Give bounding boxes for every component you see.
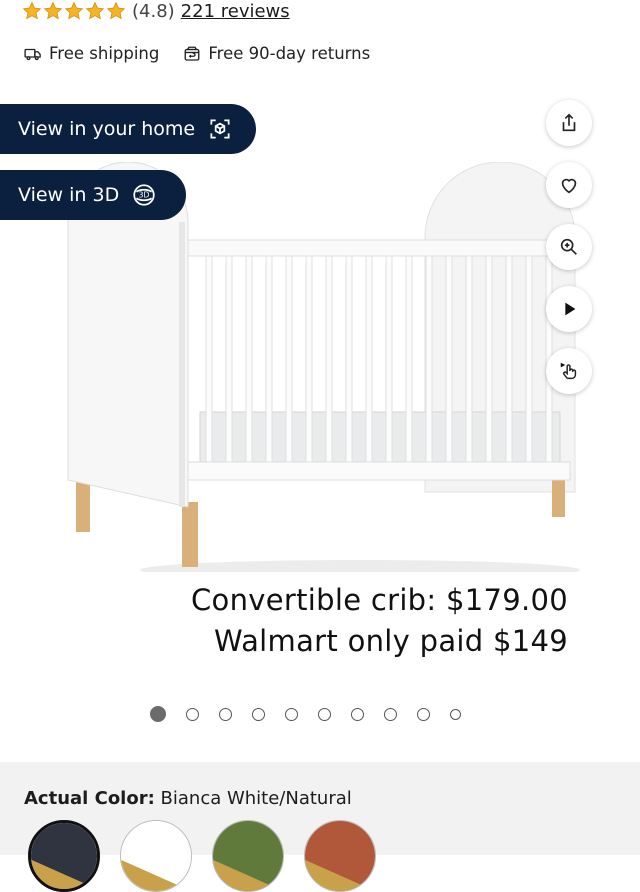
color-selector: Actual Color: Bianca White/Natural xyxy=(0,762,640,892)
reviews-link[interactable]: 221 reviews xyxy=(181,1,290,22)
color-label: Actual Color: Bianca White/Natural xyxy=(24,788,352,809)
swatch-green-icon xyxy=(213,821,283,891)
swatch-terracotta-icon xyxy=(305,821,375,891)
swatch-green[interactable] xyxy=(212,820,284,892)
3d-rotate-icon: 3D xyxy=(133,184,155,206)
free-returns-label: Free 90-day returns xyxy=(208,44,371,63)
carousel-dot[interactable] xyxy=(384,707,397,721)
play-icon xyxy=(565,302,576,316)
perks-row: Free shipping Free 90-day returns xyxy=(24,44,394,63)
rating-row: (4.8) 221 reviews xyxy=(22,0,290,24)
swatch-dark[interactable] xyxy=(28,820,100,892)
carousel-dot[interactable] xyxy=(252,707,265,721)
star-icon xyxy=(43,1,63,20)
svg-text:3D: 3D xyxy=(139,191,150,200)
carousel-dot[interactable] xyxy=(351,707,364,721)
swatch-terracotta[interactable] xyxy=(304,820,376,892)
swatch-white-icon xyxy=(121,821,191,891)
zoom-in-icon xyxy=(560,238,577,255)
swatch-white[interactable] xyxy=(120,820,192,892)
rating-stars xyxy=(22,1,126,21)
star-icon xyxy=(106,1,126,20)
favorite-button[interactable] xyxy=(546,162,592,208)
ar-cube-icon xyxy=(210,119,230,139)
image-actions xyxy=(546,100,592,394)
view-in-3d-label: View in 3D xyxy=(18,184,120,206)
view-in-home-label: View in your home xyxy=(18,118,196,140)
truck-icon xyxy=(24,48,41,60)
carousel-dot[interactable] xyxy=(150,706,166,722)
carousel-dots xyxy=(150,706,461,722)
color-label-title: Actual Color: xyxy=(24,788,155,809)
heart-icon xyxy=(561,178,577,194)
touch-icon xyxy=(560,362,577,380)
star-icon xyxy=(22,1,42,20)
play-video-button[interactable] xyxy=(546,286,592,332)
view-in-3d-button[interactable]: View in 3D 3D xyxy=(0,170,186,220)
caption-line-1: Convertible crib: $179.00 xyxy=(191,583,568,617)
product-image-area[interactable]: View in your home View in 3D 3D Converti… xyxy=(0,92,640,752)
carousel-dot[interactable] xyxy=(186,707,199,721)
rating-value: (4.8) xyxy=(132,0,175,22)
view-in-home-button[interactable]: View in your home xyxy=(0,104,256,154)
free-shipping-label: Free shipping xyxy=(49,44,160,63)
carousel-dot[interactable] xyxy=(417,707,430,721)
swatch-dark-icon xyxy=(31,823,97,889)
carousel-dot[interactable] xyxy=(450,708,461,720)
share-icon xyxy=(562,113,576,132)
carousel-dot[interactable] xyxy=(318,707,331,721)
carousel-dot[interactable] xyxy=(219,707,232,721)
share-button[interactable] xyxy=(546,100,592,146)
carousel-dot[interactable] xyxy=(285,707,298,721)
star-icon xyxy=(85,1,105,20)
crib-image xyxy=(67,162,580,572)
price-caption: Convertible crib: $179.00 Walmart only p… xyxy=(191,580,568,662)
free-returns: Free 90-day returns xyxy=(183,44,370,63)
color-value: Bianca White/Natural xyxy=(160,788,352,809)
caption-line-2: Walmart only paid $149 xyxy=(213,624,568,658)
interactive-view-button[interactable] xyxy=(546,348,592,394)
star-icon xyxy=(64,1,84,20)
zoom-button[interactable] xyxy=(546,224,592,270)
free-shipping: Free shipping xyxy=(24,44,159,63)
color-swatches xyxy=(28,820,376,892)
returns-box-icon xyxy=(184,46,200,61)
